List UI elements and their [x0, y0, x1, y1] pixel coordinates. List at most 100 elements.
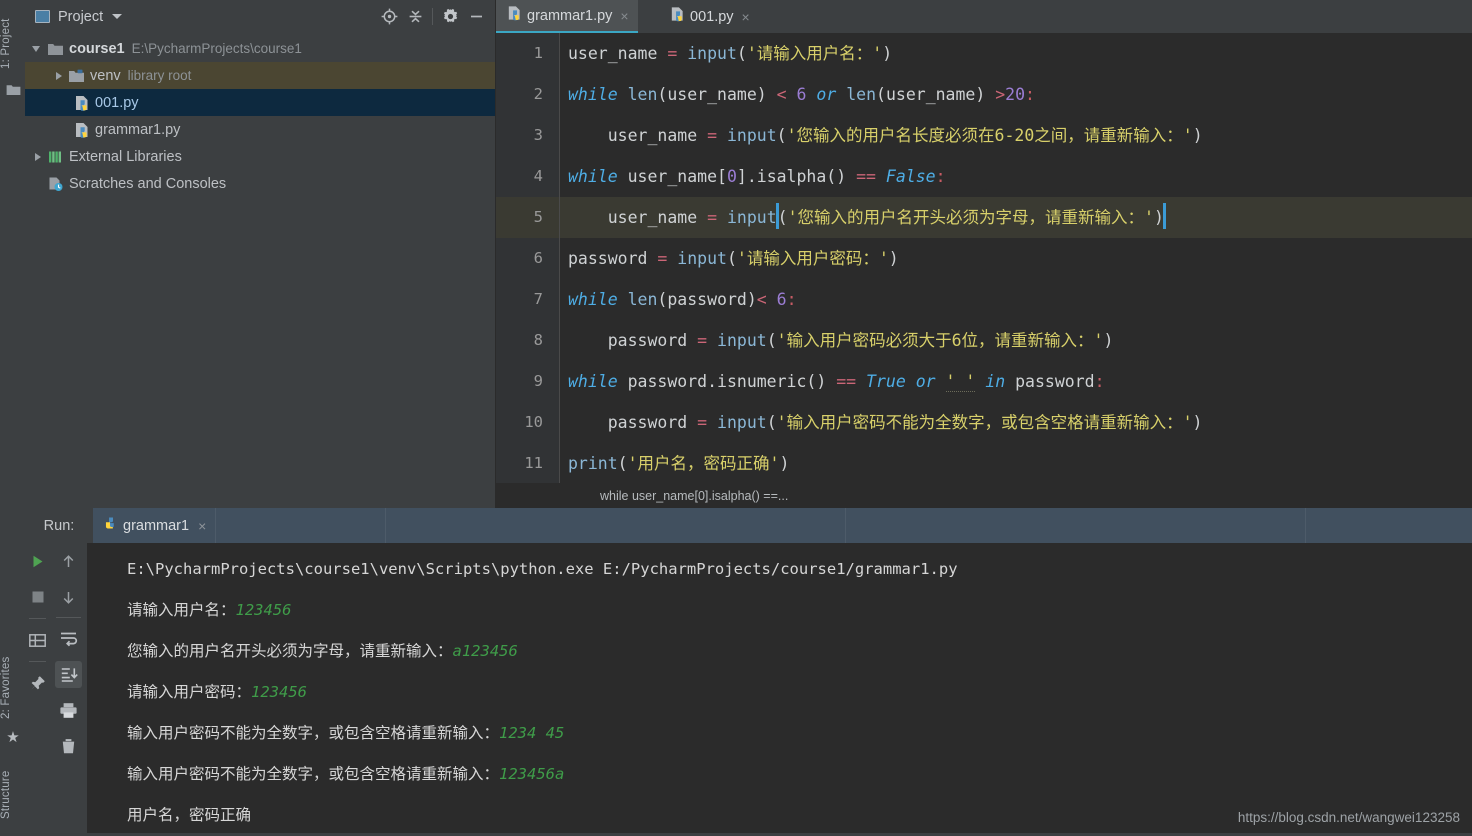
- console-line: E:\PycharmProjects\course1\venv\Scripts\…: [127, 549, 1472, 590]
- token-constant: True: [866, 372, 906, 391]
- code-line-5-current[interactable]: user_name = input('您输入的用户名开头必须为字母，请重新输入：…: [560, 197, 1472, 238]
- trash-icon[interactable]: [50, 728, 87, 764]
- code-line-1[interactable]: user_name = input('请输入用户名：'): [560, 33, 1472, 74]
- token-number: 6: [796, 85, 807, 104]
- token-builtin: input: [726, 208, 777, 227]
- code-lines[interactable]: user_name = input('请输入用户名：') while len(u…: [560, 33, 1472, 483]
- print-icon[interactable]: [50, 692, 87, 728]
- tree-item-venv[interactable]: venv library root: [25, 62, 495, 89]
- code-line-11[interactable]: print('用户名，密码正确'): [560, 443, 1472, 484]
- run-toolbar-right: [50, 543, 88, 833]
- gutter-line: 2: [496, 74, 559, 115]
- tab-001-py[interactable]: 001.py ×: [659, 0, 759, 33]
- tree-label: 001.py: [95, 94, 139, 111]
- gutter-line-current: 5: [496, 197, 559, 238]
- token-keyword-in: in: [985, 372, 1006, 391]
- tree-item-course1[interactable]: course1 E:\PycharmProjects\course1: [25, 35, 495, 62]
- token-operator: ==: [836, 372, 857, 391]
- console-user-input: 123456: [251, 683, 308, 701]
- toolbar-divider: [56, 617, 81, 618]
- arrow-up-icon[interactable]: [50, 543, 87, 579]
- code-editor[interactable]: 1 2 3 4 5 6 7 8 9 10 11 user_name = inpu…: [496, 33, 1472, 483]
- code-line-8[interactable]: password = input('输入用户密码必须大于6位，请重新输入：'): [560, 320, 1472, 361]
- console-text: 请输入用户密码：: [127, 683, 252, 701]
- pycharm-window: 1: Project ★ 2: Favorites Structure Proj…: [0, 0, 1472, 833]
- scroll-to-end-icon[interactable]: [50, 656, 87, 692]
- token-operator: =: [657, 249, 668, 268]
- soft-wrap-icon[interactable]: [50, 620, 87, 656]
- tree-item-001-py[interactable]: 001.py: [25, 89, 495, 116]
- line-number: 11: [524, 454, 543, 472]
- project-window-icon: [35, 10, 50, 23]
- scratches-icon: [47, 176, 64, 192]
- code-line-4[interactable]: while user_name[0].isalpha() == False:: [560, 156, 1472, 197]
- token-keyword-or: or: [816, 85, 837, 104]
- console-user-input: 1234 45: [499, 724, 565, 742]
- console-line: 输入用户密码不能为全数字，或包含空格请重新输入：123456a: [127, 754, 1472, 795]
- locate-icon[interactable]: [376, 4, 402, 30]
- run-tab-label: grammar1: [123, 517, 190, 534]
- line-number: 5: [533, 208, 543, 226]
- token-builtin: input: [687, 44, 737, 63]
- rail-button-project[interactable]: 1: Project: [0, 4, 25, 84]
- stop-icon[interactable]: [25, 579, 50, 615]
- token-string: '请输入用户密码：': [736, 249, 889, 268]
- chevron-collapsed-icon[interactable]: [52, 69, 65, 82]
- pin-icon[interactable]: [25, 665, 50, 701]
- code-line-7[interactable]: while len(password)< 6:: [560, 279, 1472, 320]
- code-line-9[interactable]: while password.isnumeric() == True or ' …: [560, 361, 1472, 402]
- code-line-2[interactable]: while len(user_name) < 6 or len(user_nam…: [560, 74, 1472, 115]
- arrow-down-icon[interactable]: [50, 579, 87, 615]
- token-builtin: len: [846, 85, 877, 104]
- collapse-all-icon[interactable]: [402, 4, 428, 30]
- token-string: '输入用户密码不能为全数字，或包含空格请重新输入：': [776, 413, 1193, 432]
- python-file-icon: [73, 95, 90, 111]
- token-variable: user_name: [667, 85, 757, 104]
- token-builtin: len: [627, 290, 658, 309]
- tree-item-scratches-and-consoles[interactable]: Scratches and Consoles: [25, 170, 495, 197]
- close-icon[interactable]: ×: [742, 9, 750, 25]
- settings-gear-icon[interactable]: [437, 4, 463, 30]
- chevron-collapsed-icon[interactable]: [31, 150, 44, 163]
- python-file-icon: [73, 122, 90, 138]
- chevron-down-icon[interactable]: [112, 14, 123, 19]
- rail-button-structure[interactable]: Structure: [0, 760, 25, 830]
- close-icon[interactable]: ×: [198, 518, 206, 534]
- token-variable: password: [568, 249, 648, 268]
- editor-gutter[interactable]: 1 2 3 4 5 6 7 8 9 10 11: [496, 33, 560, 483]
- gutter-line: 8: [496, 320, 559, 361]
- project-panel-header: Project: [25, 0, 495, 33]
- console-line: 输入用户密码不能为全数字，或包含空格请重新输入：1234 45: [127, 713, 1472, 754]
- code-line-6[interactable]: password = input('请输入用户密码：'): [560, 238, 1472, 279]
- code-line-3[interactable]: user_name = input('您输入的用户名长度必须在6-20之间，请重…: [560, 115, 1472, 156]
- token-variable: user_name: [568, 44, 658, 63]
- run-icon[interactable]: [25, 543, 50, 579]
- tree-item-external-libraries[interactable]: External Libraries: [25, 143, 495, 170]
- tab-grammar1-py[interactable]: grammar1.py ×: [496, 0, 638, 33]
- rail-button-favorites[interactable]: 2: Favorites: [0, 645, 25, 731]
- chevron-expanded-icon[interactable]: [31, 42, 44, 55]
- token-colon: :: [1094, 372, 1105, 391]
- token-string: '请输入用户名：': [746, 44, 883, 63]
- libraries-icon: [47, 149, 64, 165]
- token-colon: :: [935, 167, 946, 186]
- token-expression: ].isalpha(): [736, 167, 847, 186]
- token-variable: user_name: [885, 85, 976, 104]
- console-output[interactable]: E:\PycharmProjects\course1\venv\Scripts\…: [87, 543, 1472, 833]
- tree-item-grammar1-py[interactable]: grammar1.py: [25, 116, 495, 143]
- token-string: '您输入的用户名开头必须为字母，请重新输入：': [787, 208, 1154, 227]
- breadcrumb[interactable]: while user_name[0].isalpha() ==...: [496, 483, 1472, 508]
- gutter-line: 1: [496, 33, 559, 74]
- close-icon[interactable]: ×: [620, 8, 628, 24]
- code-line-10[interactable]: password = input('输入用户密码不能为全数字，或包含空格请重新输…: [560, 402, 1472, 443]
- token-string: '您输入的用户名长度必须在6-20之间，请重新输入：': [786, 126, 1193, 145]
- layout-icon[interactable]: [25, 622, 50, 658]
- token-keyword: while: [568, 290, 618, 309]
- token-builtin: input: [717, 413, 767, 432]
- token-operator: <: [756, 290, 767, 309]
- run-tab-grammar1[interactable]: grammar1 ×: [93, 508, 216, 543]
- console-line: 请输入用户密码：123456: [127, 672, 1472, 713]
- run-header-cell: [385, 508, 845, 543]
- minimize-icon[interactable]: [463, 4, 489, 30]
- project-panel-title: Project: [58, 8, 104, 25]
